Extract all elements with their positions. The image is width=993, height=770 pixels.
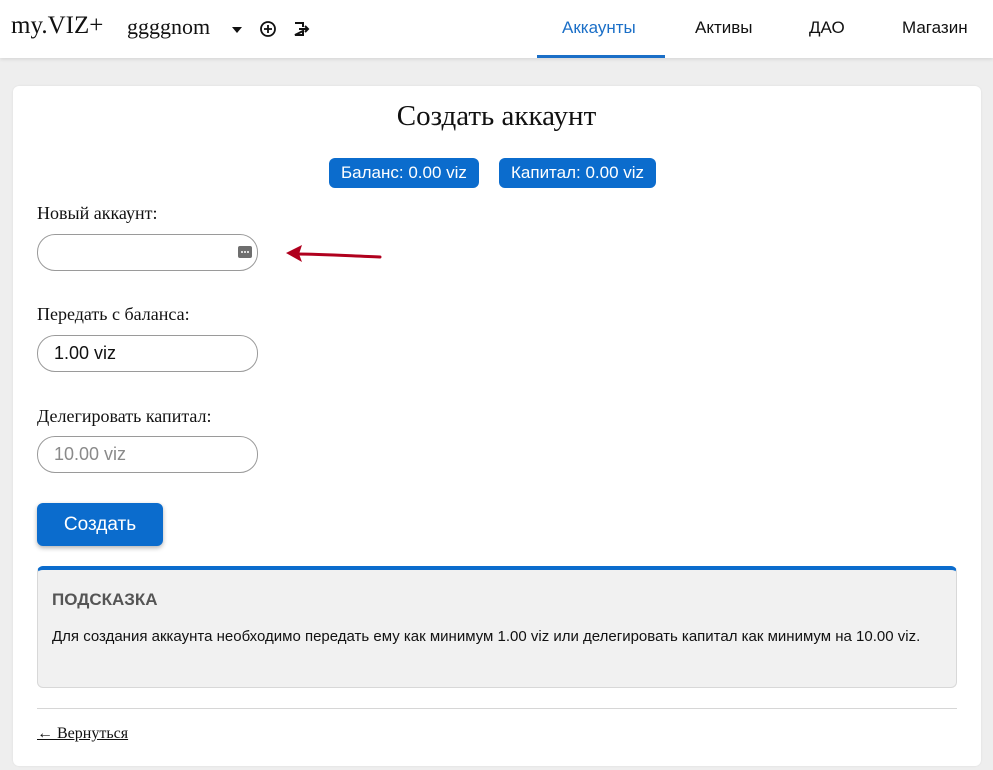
delegate-label: Делегировать капитал: xyxy=(37,406,212,426)
nav-shop[interactable]: Магазин xyxy=(902,18,968,38)
active-tab-indicator xyxy=(537,55,665,58)
new-account-label: Новый аккаунт: xyxy=(37,203,158,223)
new-account-input[interactable] xyxy=(37,234,258,271)
delegate-capital-input[interactable] xyxy=(37,436,258,473)
transfer-label: Передать с баланса: xyxy=(37,304,190,324)
transfer-amount-input[interactable] xyxy=(37,335,258,372)
balance-badge: Баланс: 0.00 viz xyxy=(329,158,479,188)
top-navigation-bar: my.VIZ+ ggggnom Аккаунты Активы ДАО Мага… xyxy=(0,0,993,58)
logout-icon[interactable] xyxy=(292,20,310,38)
hint-box: ПОДСКАЗКА Для создания аккаунта необходи… xyxy=(37,566,957,688)
password-manager-icon[interactable] xyxy=(238,246,252,258)
add-circle-icon[interactable] xyxy=(259,20,277,38)
page-title: Создать аккаунт xyxy=(396,100,597,132)
chevron-down-icon[interactable] xyxy=(228,21,246,39)
nav-accounts[interactable]: Аккаунты xyxy=(562,18,636,38)
back-link[interactable]: ← Вернуться xyxy=(37,725,128,743)
nav-dao[interactable]: ДАО xyxy=(809,18,845,38)
capital-badge: Капитал: 0.00 viz xyxy=(499,158,657,188)
hint-text: Для создания аккаунта необходимо передат… xyxy=(52,628,921,645)
brand-logo[interactable]: my.VIZ+ xyxy=(11,12,103,40)
create-button[interactable]: Создать xyxy=(37,503,163,546)
account-switcher[interactable]: ggggnom xyxy=(127,14,210,40)
red-arrow-annotation xyxy=(286,245,382,262)
nav-assets[interactable]: Активы xyxy=(695,18,753,38)
divider xyxy=(37,708,957,709)
hint-title: ПОДСКАЗКА xyxy=(52,590,158,609)
